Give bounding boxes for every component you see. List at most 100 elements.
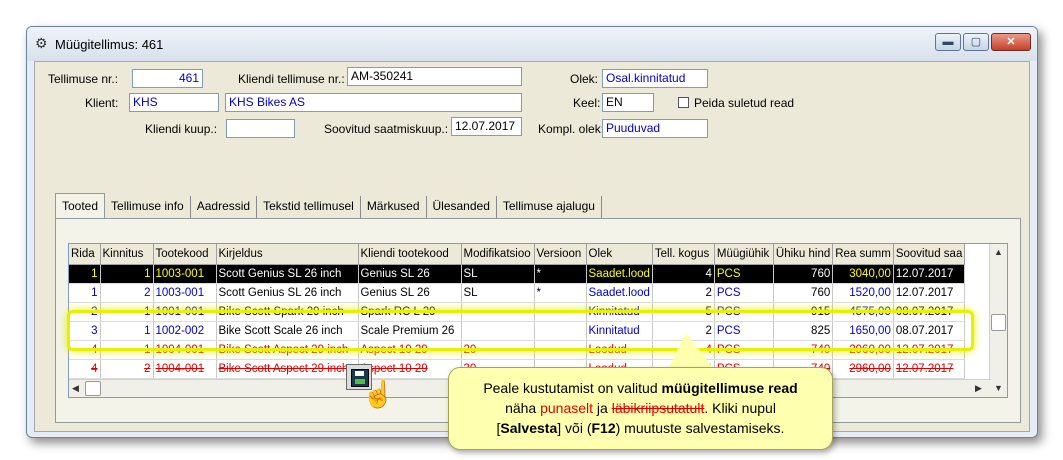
grid-header-row: Rida Kinnitus Tootekood Kirjeldus Kliendi to… [69, 244, 966, 265]
table-cell: 1 [100, 264, 154, 284]
callout-pointer [668, 333, 714, 369]
column-header[interactable]: Kinnitus [100, 244, 154, 265]
table-cell: Saadet.lood [586, 283, 653, 303]
close-button[interactable]: ✕ [991, 33, 1031, 51]
callout-red-word: punaselt [540, 400, 594, 416]
status-field: Osal.kinnitatud [602, 69, 708, 88]
table-cell: PCS [714, 283, 774, 303]
table-cell: 3040,00 [832, 264, 894, 284]
column-header[interactable]: Kirjeldus [216, 244, 359, 265]
table-cell: 2960,00 [832, 359, 894, 379]
tab-notes[interactable]: Märkused [361, 196, 427, 218]
tab-order-info[interactable]: Tellimuse info [105, 196, 191, 218]
client-order-no-label: Kliendi tellimuse nr.: [238, 72, 345, 86]
window-title: Müügitellimus: 461 [55, 37, 164, 52]
deleted-rows-highlight [67, 310, 974, 351]
table-cell: Genius SL 26 [358, 283, 462, 303]
table-cell: 1004-001 [153, 359, 217, 379]
tab-order-texts[interactable]: Tekstid tellimusel [257, 196, 361, 218]
table-cell: 12.07.2017 [893, 264, 966, 284]
title-bar[interactable]: ⚙ Müügitellimus: 461 ▬ ▢ ✕ [27, 27, 1037, 61]
table-cell: SL [461, 283, 535, 303]
callout-bold-2: Salvesta [500, 420, 558, 436]
callout-bold-1: müügitellimuse read [661, 380, 798, 396]
scroll-left-icon[interactable]: ◀ [72, 383, 79, 394]
language-label: Keel: [573, 96, 601, 110]
scroll-right-icon[interactable]: ▶ [975, 383, 982, 394]
column-header[interactable]: Modifikatsioo [461, 244, 535, 265]
table-cell: 4 [69, 359, 101, 379]
scroll-up-icon[interactable]: ▲ [994, 247, 1003, 257]
column-header[interactable]: Tell. kogus [652, 244, 715, 265]
client-name-field[interactable]: KHS Bikes AS [225, 93, 522, 112]
column-header[interactable]: Ühiku hind [773, 244, 834, 265]
gear-icon: ⚙ [35, 35, 48, 51]
table-cell: Scott Genius SL 26 inch [216, 264, 359, 284]
maximize-button[interactable]: ▢ [963, 33, 989, 51]
column-header[interactable]: Kliendi tootekood [358, 244, 462, 265]
table-cell: Aspect 10 29 [358, 359, 462, 379]
table-cell: 2 [100, 359, 154, 379]
table-cell: * [534, 283, 587, 303]
horizontal-scroll-thumb[interactable] [85, 381, 101, 396]
column-header[interactable]: Müügiühik [714, 244, 774, 265]
tab-tasks[interactable]: Ülesanded [427, 196, 497, 218]
desired-delivery-field[interactable]: 12.07.2017 [451, 117, 522, 136]
client-code-field[interactable]: KHS [129, 93, 219, 112]
table-row[interactable]: 1 2 1003-001 Scott Genius SL 26 inch Genius … [69, 283, 966, 303]
language-field[interactable]: EN [602, 93, 654, 112]
column-header[interactable]: Tootekood [153, 244, 217, 265]
hide-closed-label: Peida suletud read [694, 96, 795, 110]
callout-text-3: ja [593, 400, 612, 416]
table-cell: * [534, 264, 587, 284]
callout-text-2: näha [505, 400, 541, 416]
callout-strike-word: läbikriipsutatult [611, 400, 705, 416]
desired-delivery-label: Soovitud saatmiskuup.: [324, 122, 449, 136]
table-cell: SL [461, 264, 535, 284]
hand-pointer-icon: ☝ [362, 379, 395, 409]
tab-addresses[interactable]: Aadressid [191, 196, 258, 218]
vertical-scroll-thumb[interactable] [991, 314, 1006, 331]
callout-bold-3: F12 [591, 420, 616, 436]
table-cell: Saadet.lood [586, 264, 653, 284]
tab-order-history[interactable]: Tellimuse ajalugu [497, 196, 602, 218]
table-cell: Genius SL 26 [358, 264, 462, 284]
tab-products[interactable]: Tooted [55, 193, 106, 221]
order-no-field[interactable]: 461 [132, 69, 203, 88]
vertical-scrollbar[interactable]: ▲ ▼ [989, 244, 1007, 397]
table-cell: Bike Scott Aspect 29 inch [216, 359, 359, 379]
column-header[interactable]: Versioon [534, 244, 587, 265]
table-cell: 1 [69, 264, 101, 284]
table-cell: 12.07.2017 [893, 283, 966, 303]
table-cell: Scott Genius SL 26 inch [216, 283, 359, 303]
table-cell: PCS [714, 264, 774, 284]
column-header[interactable]: Soovitud saa [893, 244, 966, 265]
callout-text-7: ) muutuste salvestamiseks. [615, 420, 785, 436]
table-cell: 1003-001 [153, 264, 217, 284]
client-purchase-label: Kliendi kuup.: [145, 122, 218, 136]
table-cell: 12.07.2017 [893, 359, 966, 379]
client-order-no-field[interactable]: AM-350241 [347, 67, 522, 86]
minimize-button[interactable]: ▬ [935, 33, 961, 51]
column-header[interactable]: Olek [586, 244, 653, 265]
column-header[interactable]: Rida [69, 244, 101, 265]
table-cell: 1 [69, 283, 101, 303]
client-label: Klient: [85, 96, 119, 110]
column-header[interactable]: Rea summ [832, 244, 894, 265]
table-cell: 760 [773, 264, 834, 284]
scroll-down-icon[interactable]: ▼ [994, 383, 1003, 393]
client-purchase-field[interactable] [226, 119, 295, 138]
order-no-label: Tellimuse nr.: [48, 72, 119, 86]
table-row[interactable]: 1 1 1003-001 Scott Genius SL 26 inch Genius … [69, 264, 966, 284]
callout-text-6: ] või ( [557, 420, 592, 436]
callout-text-1: Peale kustutamist on valitud [483, 380, 662, 396]
callout-text-4: . Kliki nupul [704, 400, 776, 416]
status-label: Olek: [570, 72, 599, 86]
table-cell: 2 [100, 283, 154, 303]
tab-bar: Tooted Tellimuse info Aadressid Tekstid … [55, 193, 602, 221]
complete-status-label: Kompl. olek: [538, 122, 605, 136]
table-cell: 760 [773, 283, 834, 303]
instruction-callout: Peale kustutamist on valitud müügitellim… [448, 367, 833, 450]
hide-closed-checkbox[interactable] [678, 97, 689, 108]
table-cell: 4 [652, 264, 715, 284]
